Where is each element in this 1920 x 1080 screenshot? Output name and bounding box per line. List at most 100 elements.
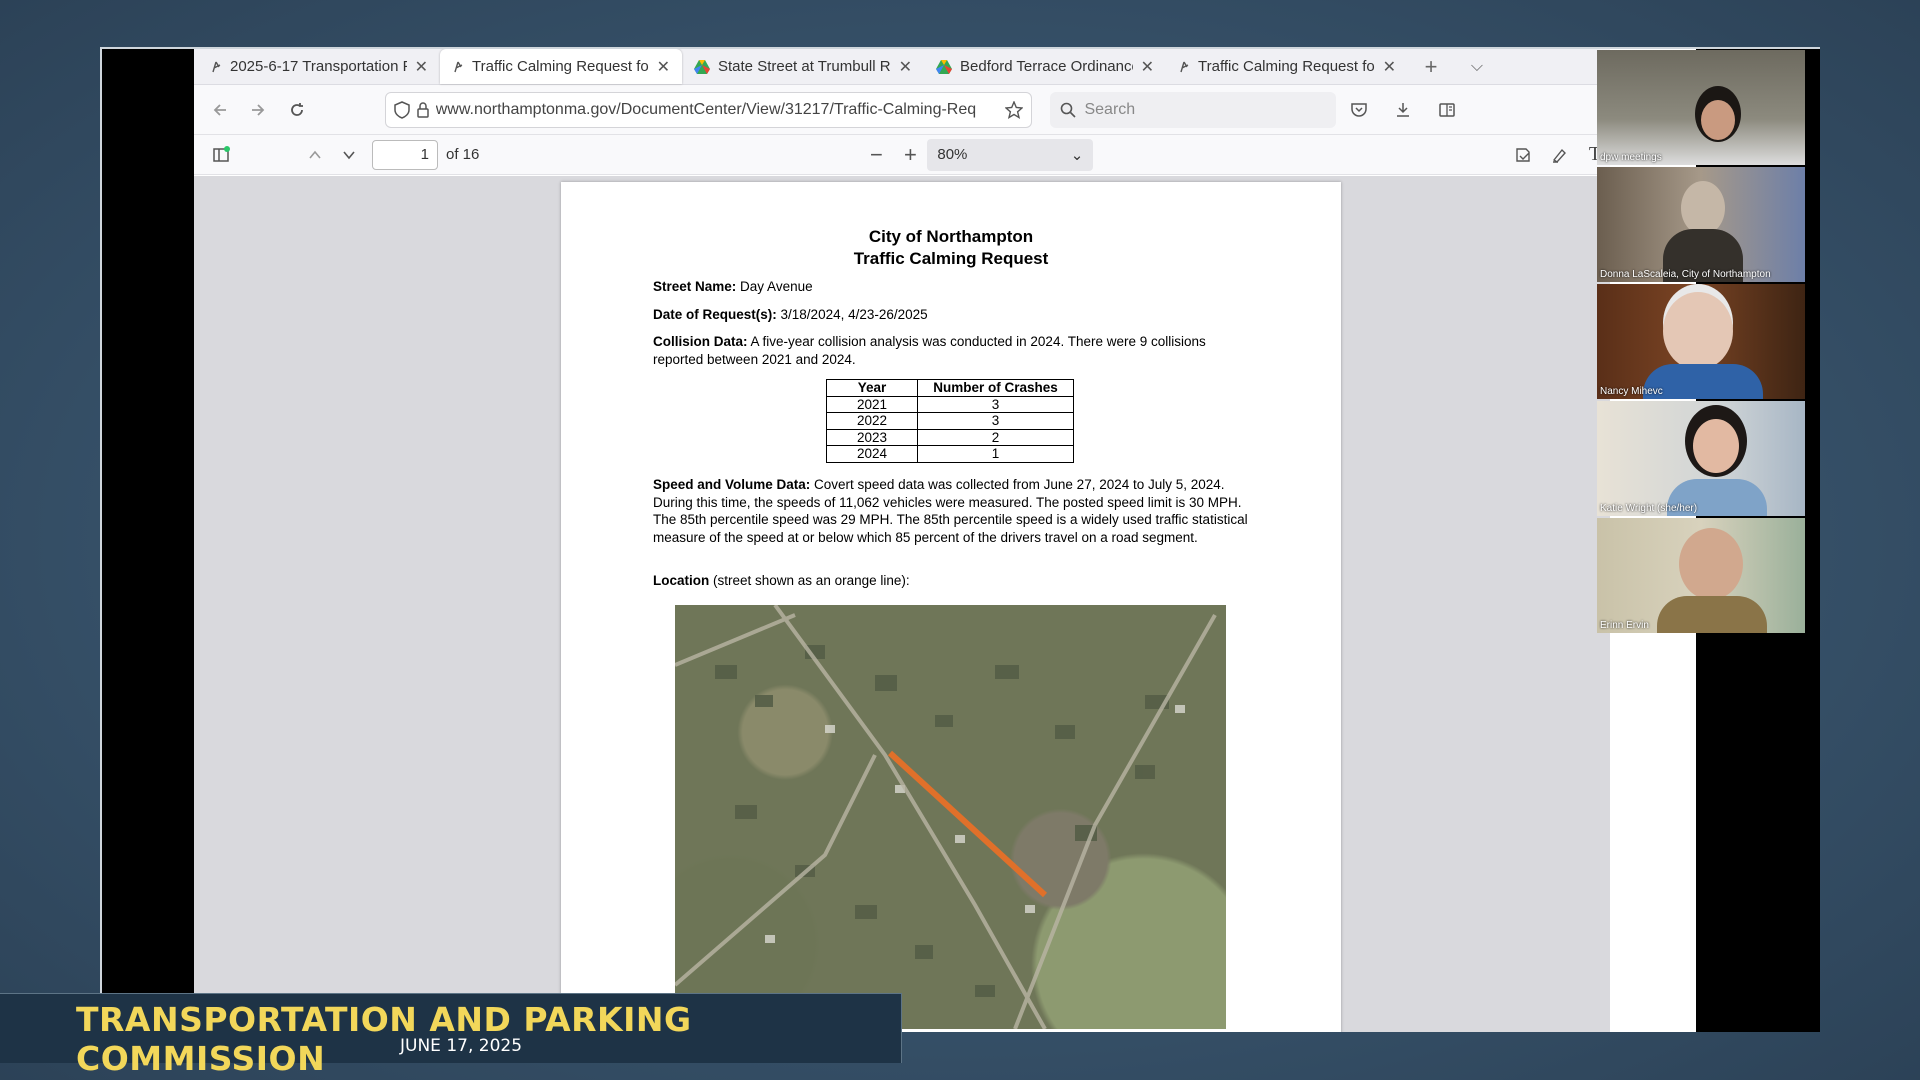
tab-label: Traffic Calming Request for bbox=[1198, 58, 1375, 75]
tab-4[interactable]: Bedford Terrace Ordinance ✕ bbox=[924, 49, 1166, 84]
tab-bar: 2025-6-17 Transportation P ✕ Traffic Cal… bbox=[194, 49, 1694, 85]
table-header-row: Year Number of Crashes bbox=[826, 379, 1074, 397]
forward-button[interactable] bbox=[242, 93, 274, 127]
pdf-viewer[interactable]: City of Northampton Traffic Calming Requ… bbox=[194, 176, 1694, 1032]
table-row: 2022 3 bbox=[826, 412, 1074, 430]
collision-paragraph: Collision Data: A five-year collision an… bbox=[653, 333, 1253, 368]
sidebar-toggle-icon[interactable] bbox=[204, 138, 238, 172]
lower-third-banner: TRANSPORTATION AND PARKING COMMISSION JU… bbox=[0, 993, 902, 1078]
table-cell: 2021 bbox=[826, 395, 918, 413]
street-label: Street Name: bbox=[653, 279, 737, 294]
table-cell: 2023 bbox=[826, 428, 918, 446]
pdf-toolbar: 1 of 16 − + 80% ⌄ T bbox=[194, 135, 1694, 175]
collision-label: Collision Data: bbox=[653, 334, 748, 349]
star-icon[interactable] bbox=[1005, 100, 1024, 119]
save-icon[interactable] bbox=[1506, 138, 1540, 172]
search-input[interactable]: Search bbox=[1050, 91, 1337, 128]
participant-tile[interactable]: Erinn Ervin bbox=[1597, 518, 1805, 633]
table-cell: 1 bbox=[917, 445, 1074, 463]
close-icon[interactable]: ✕ bbox=[1141, 57, 1154, 77]
participant-tile[interactable]: Nancy Mihevc bbox=[1597, 284, 1805, 399]
participant-tile[interactable]: dpw meetings bbox=[1597, 50, 1805, 165]
table-cell: 3 bbox=[917, 412, 1074, 430]
close-icon[interactable]: ✕ bbox=[657, 57, 670, 77]
table-row: 2024 1 bbox=[826, 445, 1074, 463]
participant-name: Erinn Ervin bbox=[1600, 620, 1649, 631]
table-header: Year bbox=[826, 379, 918, 397]
street-line: Street Name: Day Avenue bbox=[653, 278, 1253, 296]
highlight-icon[interactable] bbox=[1542, 138, 1576, 172]
url-text: www.northamptonma.gov/DocumentCenter/Vie… bbox=[435, 100, 977, 118]
google-drive-icon bbox=[936, 59, 952, 74]
previous-page-button[interactable] bbox=[298, 138, 332, 172]
zoom-value: 80% bbox=[937, 146, 968, 163]
participant-avatar bbox=[1663, 292, 1733, 370]
tab-label: State Street at Trumbull Roa bbox=[718, 58, 891, 75]
northampton-icon bbox=[452, 61, 464, 73]
chevron-down-icon[interactable]: ⌵ bbox=[1454, 49, 1500, 84]
pdf-page: City of Northampton Traffic Calming Requ… bbox=[561, 182, 1341, 1032]
back-button[interactable] bbox=[204, 93, 236, 127]
next-page-button[interactable] bbox=[332, 138, 366, 172]
toolbar-right bbox=[1342, 93, 1464, 127]
street-value: Day Avenue bbox=[740, 279, 813, 294]
tab-2[interactable]: Traffic Calming Request for ✕ bbox=[440, 49, 682, 84]
participant-avatar bbox=[1679, 528, 1743, 600]
crash-table: Year Number of Crashes 2021 3 2022 3 2023 2… bbox=[826, 379, 1074, 463]
title-line-1: City of Northampton bbox=[868, 227, 1034, 246]
northampton-icon bbox=[210, 61, 222, 73]
search-placeholder: Search bbox=[1084, 100, 1136, 118]
shared-screen-frame: 2025-6-17 Transportation P ✕ Traffic Cal… bbox=[100, 47, 1820, 1032]
participant-tile[interactable]: Donna LaScaleia, City of Northampton bbox=[1597, 167, 1805, 282]
shield-icon[interactable] bbox=[394, 100, 410, 119]
close-icon[interactable]: ✕ bbox=[899, 57, 912, 77]
table-cell: 2 bbox=[917, 428, 1074, 446]
date-line: Date of Request(s): 3/18/2024, 4/23-26/2… bbox=[653, 306, 1253, 324]
banner-date: JUNE 17, 2025 bbox=[400, 1036, 523, 1056]
tab-3[interactable]: State Street at Trumbull Roa ✕ bbox=[682, 49, 924, 84]
reload-button[interactable] bbox=[281, 93, 313, 127]
participant-body bbox=[1657, 596, 1767, 633]
tab-label: Bedford Terrace Ordinance bbox=[960, 58, 1133, 75]
lock-icon[interactable] bbox=[416, 101, 430, 118]
participant-tile[interactable]: Katie Wright (she/her) bbox=[1597, 401, 1805, 516]
table-cell: 3 bbox=[917, 395, 1074, 413]
sidebar-toggle-icon[interactable] bbox=[1430, 93, 1464, 127]
document-title: City of Northampton Traffic Calming Requ… bbox=[561, 226, 1341, 270]
participant-avatar bbox=[1681, 181, 1725, 235]
date-label: Date of Request(s): bbox=[653, 307, 777, 322]
pocket-icon[interactable] bbox=[1342, 93, 1376, 127]
page-number-input[interactable]: 1 bbox=[372, 139, 438, 170]
tab-label: Traffic Calming Request for bbox=[472, 58, 649, 75]
chevron-down-icon: ⌄ bbox=[1070, 146, 1084, 164]
close-icon[interactable]: ✕ bbox=[415, 57, 428, 77]
participant-name: Katie Wright (she/her) bbox=[1600, 503, 1698, 514]
tab-label: 2025-6-17 Transportation P bbox=[230, 58, 407, 75]
zoom-select[interactable]: 80% ⌄ bbox=[927, 138, 1094, 171]
participant-name: Donna LaScaleia, City of Northampton bbox=[1600, 269, 1771, 280]
table-cell: 2024 bbox=[826, 445, 918, 463]
search-icon bbox=[1060, 102, 1077, 118]
table-cell: 2022 bbox=[826, 412, 918, 430]
zoom-in-button[interactable]: + bbox=[893, 138, 927, 172]
table-header: Number of Crashes bbox=[917, 379, 1074, 397]
table-row: 2023 2 bbox=[826, 428, 1074, 446]
northampton-icon bbox=[1178, 61, 1190, 73]
google-drive-icon bbox=[694, 59, 710, 74]
navigation-bar: www.northamptonma.gov/DocumentCenter/Vie… bbox=[194, 85, 1694, 135]
location-text: (street shown as an orange line): bbox=[713, 573, 910, 588]
participant-face bbox=[1701, 100, 1735, 140]
participant-name: Nancy Mihevc bbox=[1600, 386, 1663, 397]
tab-5[interactable]: Traffic Calming Request for ✕ bbox=[1166, 49, 1408, 84]
title-line-2: Traffic Calming Request bbox=[853, 249, 1049, 268]
close-icon[interactable]: ✕ bbox=[1383, 57, 1396, 77]
route-line bbox=[887, 750, 1048, 898]
aerial-map bbox=[675, 605, 1226, 1029]
url-bar[interactable]: www.northamptonma.gov/DocumentCenter/Vie… bbox=[384, 91, 1033, 128]
download-icon[interactable] bbox=[1386, 93, 1420, 127]
new-tab-button[interactable]: + bbox=[1408, 49, 1454, 84]
location-label: Location bbox=[653, 573, 710, 588]
aerial-map-graphic bbox=[675, 605, 1217, 1029]
tab-1[interactable]: 2025-6-17 Transportation P ✕ bbox=[198, 49, 440, 84]
zoom-out-button[interactable]: − bbox=[859, 138, 893, 172]
